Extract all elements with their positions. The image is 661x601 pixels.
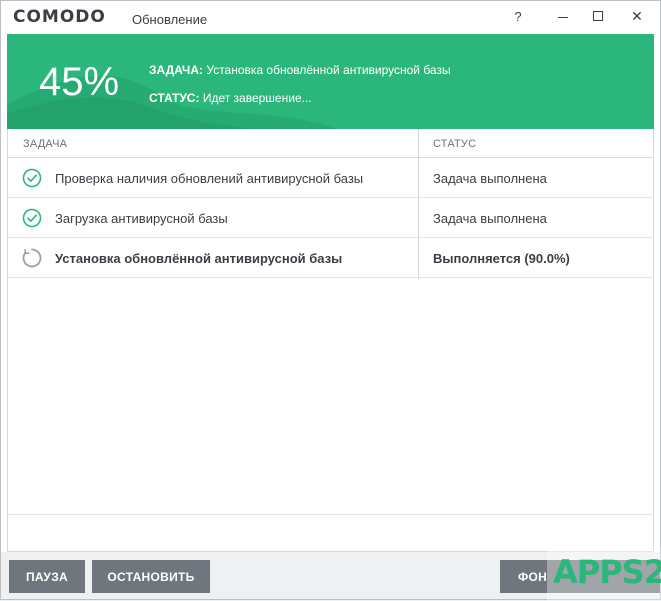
task-table: ЗАДАЧА СТАТУС Проверка наличия обновлени… xyxy=(7,129,654,552)
row-status: Выполняется (90.0%) xyxy=(433,251,570,266)
watermark-text: APPS24 xyxy=(553,553,661,591)
task-label: ЗАДАЧА: xyxy=(149,63,204,77)
stop-button[interactable]: ОСТАНОВИТЬ xyxy=(92,560,210,593)
table-row[interactable]: Проверка наличия обновлений антивирусной… xyxy=(8,158,653,198)
status-value: Идет завершение... xyxy=(202,91,312,105)
row-task: Установка обновлённой антивирусной базы xyxy=(55,251,343,266)
maximize-button[interactable] xyxy=(581,3,615,29)
task-value: Установка обновлённой антивирусной базы xyxy=(206,63,451,77)
check-circle-icon xyxy=(22,208,42,228)
progress-percent: 45% xyxy=(39,60,120,104)
progress-header: 45% ЗАДАЧА: Установка обновлённой антиви… xyxy=(7,34,654,129)
minimize-button[interactable] xyxy=(546,3,580,29)
title-bar[interactable]: COMODO Обновление ? ✕ xyxy=(1,1,660,33)
table-bottom-divider xyxy=(8,514,653,515)
maximize-icon xyxy=(593,11,603,21)
status-label: СТАТУС: xyxy=(149,91,200,105)
column-header-task[interactable]: ЗАДАЧА xyxy=(23,138,67,150)
table-row[interactable]: Загрузка антивирусной базы Задача выполн… xyxy=(8,198,653,238)
table-header: ЗАДАЧА СТАТУС xyxy=(8,129,653,158)
update-window: COMODO Обновление ? ✕ 45% ЗАДАЧА: Устано… xyxy=(0,0,661,601)
row-status: Задача выполнена xyxy=(433,211,547,226)
comodo-logo: COMODO xyxy=(13,7,106,27)
pause-button[interactable]: ПАУЗА xyxy=(9,560,85,593)
close-button[interactable]: ✕ xyxy=(620,3,654,29)
current-task-line: ЗАДАЧА: Установка обновлённой антивирусн… xyxy=(149,63,451,77)
watermark: APPS24 xyxy=(547,547,661,601)
row-status: Задача выполнена xyxy=(433,171,547,186)
row-task: Загрузка антивирусной базы xyxy=(55,211,228,226)
minimize-icon xyxy=(558,16,568,18)
check-circle-icon xyxy=(22,168,42,188)
help-button[interactable]: ? xyxy=(501,3,535,29)
window-title: Обновление xyxy=(132,12,208,27)
current-status-line: СТАТУС: Идет завершение... xyxy=(149,91,312,105)
spinner-icon xyxy=(22,248,42,268)
table-row[interactable]: Установка обновлённой антивирусной базы … xyxy=(8,238,653,278)
row-task: Проверка наличия обновлений антивирусной… xyxy=(55,171,364,186)
column-header-status[interactable]: СТАТУС xyxy=(433,138,476,150)
